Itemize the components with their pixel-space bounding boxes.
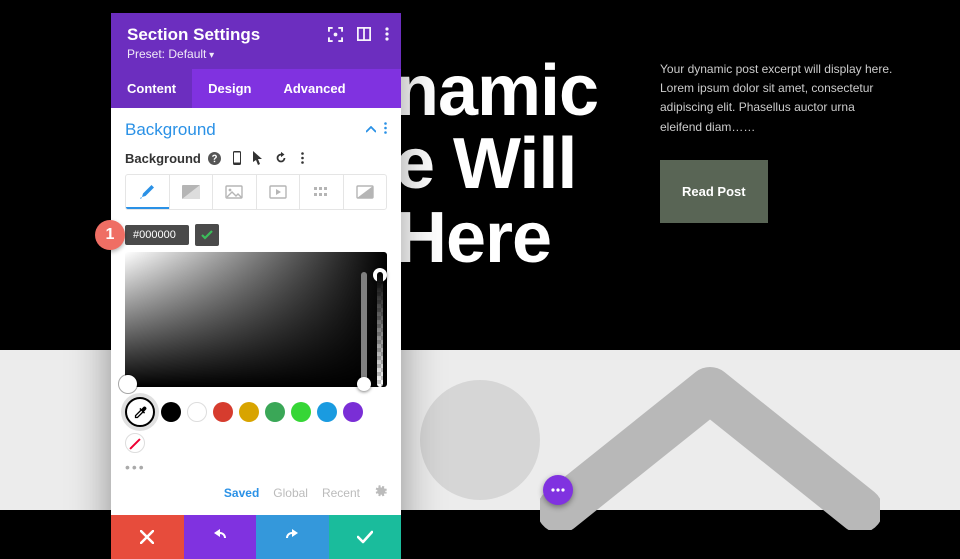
palette-tab-saved[interactable]: Saved <box>224 486 259 500</box>
save-button[interactable] <box>329 515 402 559</box>
cancel-button[interactable] <box>111 515 184 559</box>
chevron-up-icon <box>366 121 376 139</box>
tab-design[interactable]: Design <box>192 69 267 108</box>
layout-icon[interactable] <box>357 27 371 47</box>
focus-icon[interactable] <box>328 27 343 47</box>
decorative-chevron <box>540 360 880 530</box>
swatch-black[interactable] <box>161 402 181 422</box>
swatch-lime[interactable] <box>291 402 311 422</box>
tab-content[interactable]: Content <box>111 69 192 108</box>
bg-type-mask[interactable] <box>344 175 387 209</box>
eyedropper-button[interactable] <box>125 397 155 427</box>
read-post-button[interactable]: Read Post <box>660 160 768 223</box>
module-add-fab[interactable] <box>543 475 573 505</box>
bg-type-pattern[interactable] <box>300 175 344 209</box>
panel-tabs: Content Design Advanced <box>111 69 401 108</box>
hero-line-3: Here <box>395 202 598 275</box>
swatch-green[interactable] <box>265 402 285 422</box>
reset-icon[interactable] <box>273 150 289 166</box>
background-row-header: Background <box>125 150 387 166</box>
hero-line-1: namic <box>395 55 598 128</box>
hex-confirm-button[interactable] <box>195 224 219 246</box>
section-settings-panel: Section Settings Preset: Default Content… <box>111 13 401 559</box>
section-title-background: Background <box>125 120 216 140</box>
swatch-transparent[interactable] <box>125 433 145 453</box>
swatch-blue[interactable] <box>317 402 337 422</box>
help-icon[interactable] <box>207 150 223 166</box>
more-swatches-icon[interactable]: ••• <box>125 459 387 475</box>
palette-tab-global[interactable]: Global <box>273 486 308 500</box>
alpha-slider[interactable] <box>377 272 383 387</box>
bg-type-color[interactable] <box>126 175 170 209</box>
more-icon[interactable] <box>385 27 389 47</box>
bg-type-image[interactable] <box>213 175 257 209</box>
bg-type-gradient[interactable] <box>170 175 214 209</box>
pointer-icon[interactable] <box>251 150 267 166</box>
hue-slider[interactable] <box>361 272 367 387</box>
hex-input[interactable] <box>125 225 189 245</box>
color-picker: ••• Saved Global Recent <box>125 224 387 511</box>
redo-button[interactable] <box>256 515 329 559</box>
post-excerpt: Your dynamic post excerpt will display h… <box>660 60 900 137</box>
undo-button[interactable] <box>184 515 257 559</box>
palette-tab-recent[interactable]: Recent <box>322 486 360 500</box>
panel-footer <box>111 515 401 559</box>
section-more-icon[interactable] <box>384 121 387 139</box>
hue-knob[interactable] <box>357 377 371 391</box>
panel-header: Section Settings Preset: Default <box>111 13 401 69</box>
hero-line-2: e Will <box>395 128 598 201</box>
palette-tabs: Saved Global Recent <box>125 485 387 501</box>
bg-type-video[interactable] <box>257 175 301 209</box>
phone-icon[interactable] <box>229 150 245 166</box>
swatch-amber[interactable] <box>239 402 259 422</box>
swatch-white[interactable] <box>187 402 207 422</box>
alpha-knob[interactable] <box>373 268 387 282</box>
swatch-row <box>125 397 387 453</box>
palette-settings-icon[interactable] <box>374 485 387 501</box>
swatch-purple[interactable] <box>343 402 363 422</box>
hero-title: namic e Will Here <box>395 55 598 275</box>
section-toggle-background[interactable]: Background <box>125 120 387 140</box>
callout-badge-1: 1 <box>95 220 125 250</box>
sv-handle[interactable] <box>119 375 137 393</box>
background-label: Background <box>125 151 201 166</box>
preset-dropdown[interactable]: Preset: Default <box>127 47 385 61</box>
row-more-icon[interactable] <box>295 150 311 166</box>
saturation-value-area[interactable] <box>125 252 387 387</box>
background-type-tabs <box>125 174 387 210</box>
tab-advanced[interactable]: Advanced <box>267 69 361 108</box>
decorative-circle <box>420 380 540 500</box>
swatch-red[interactable] <box>213 402 233 422</box>
